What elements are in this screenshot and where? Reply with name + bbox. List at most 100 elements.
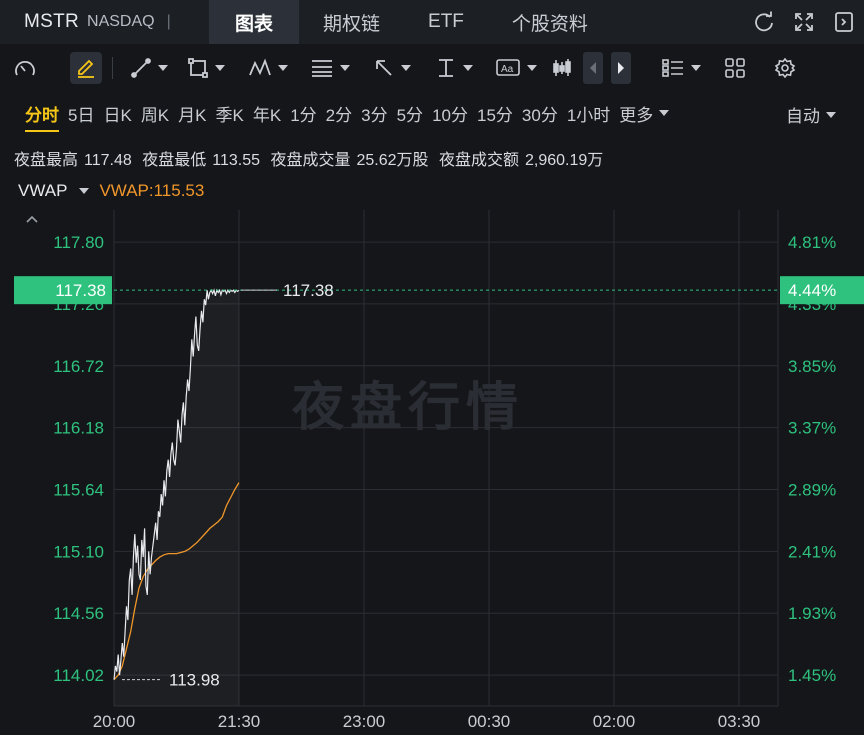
- stat-volume-label: 夜盘成交量: [270, 152, 351, 169]
- settings-icon[interactable]: [763, 52, 807, 84]
- current-price-label: 117.38: [55, 281, 106, 300]
- period-2min[interactable]: 2分: [326, 101, 352, 126]
- chevron-down-icon[interactable]: [79, 188, 90, 194]
- watermark: 夜盘行情: [292, 379, 525, 437]
- period-intraday[interactable]: 分时: [25, 101, 59, 132]
- current-change-label: 4.44%: [788, 281, 836, 300]
- period-quarter[interactable]: 季K: [216, 101, 244, 126]
- list-icon[interactable]: [651, 52, 711, 84]
- y-tick-label: 114.02: [53, 666, 104, 685]
- indicator-row: VWAP VWAP:115.53: [18, 181, 204, 201]
- symbol-code: MSTR: [24, 11, 80, 32]
- candles-icon[interactable]: [547, 52, 577, 84]
- y-tick-label-right: 1.45%: [788, 666, 836, 685]
- y-tick-label-right: 3.37%: [788, 419, 836, 438]
- gauge-icon[interactable]: [0, 52, 50, 84]
- period-month[interactable]: 月K: [178, 101, 206, 126]
- top-header: MSTR NASDAQ | 图表 期权链 ETF 个股资料: [0, 0, 864, 44]
- chevron-down-icon: [401, 65, 411, 71]
- arrow-icon[interactable]: [361, 52, 423, 84]
- y-tick-label-right: 2.89%: [788, 481, 836, 500]
- y-tick-label: 116.18: [53, 419, 104, 438]
- y-tick-label-right: 3.85%: [788, 357, 836, 376]
- period-10min[interactable]: 10分: [432, 101, 468, 126]
- chevron-down-icon: [215, 65, 225, 71]
- period-day[interactable]: 日K: [103, 101, 131, 126]
- indicator-value: VWAP:115.53: [99, 181, 205, 200]
- y-tick-label-right: 2.41%: [788, 542, 836, 561]
- period-week[interactable]: 周K: [141, 101, 169, 126]
- indicator-name[interactable]: VWAP: [18, 181, 67, 201]
- y-tick-label: 115.64: [53, 481, 104, 500]
- chevron-down-icon: [158, 65, 168, 71]
- period-more-dropdown[interactable]: 更多: [619, 101, 670, 126]
- price-area: [114, 290, 239, 706]
- period-5min[interactable]: 5分: [397, 101, 423, 126]
- period-30min[interactable]: 30分: [522, 101, 558, 126]
- period-5d[interactable]: 5日: [68, 101, 94, 126]
- pencil-icon[interactable]: [70, 52, 102, 84]
- x-tick-label: 02:00: [593, 712, 636, 731]
- tab-stock-profile[interactable]: 个股资料: [488, 0, 612, 44]
- y-tick-label: 115.10: [53, 542, 104, 561]
- collapse-panel-icon[interactable]: [824, 0, 864, 44]
- chevron-up-icon[interactable]: [24, 212, 40, 230]
- chevron-down-icon: [463, 65, 473, 71]
- stat-high-label: 夜盘最高: [14, 152, 79, 169]
- x-tick-label: 20:00: [93, 712, 136, 731]
- chevron-down-icon: [826, 111, 836, 118]
- period-year[interactable]: 年K: [253, 101, 281, 126]
- stat-turnover-label: 夜盘成交额: [438, 152, 519, 169]
- chevron-down-icon: [527, 65, 537, 71]
- grid-icon[interactable]: [713, 52, 757, 84]
- header-actions: [744, 0, 864, 44]
- y-tick-label: 116.72: [53, 357, 104, 376]
- y-tick-label: 114.56: [53, 604, 104, 623]
- market-name: NASDAQ: [87, 13, 155, 30]
- period-1hour[interactable]: 1小时: [567, 101, 610, 126]
- period-15min[interactable]: 15分: [477, 101, 513, 126]
- scale-auto-dropdown[interactable]: 自动: [786, 102, 836, 127]
- svg-text:Aa: Aa: [501, 64, 514, 75]
- trend-line-icon[interactable]: [123, 52, 175, 84]
- text-icon[interactable]: Aa: [485, 52, 547, 84]
- next-icon[interactable]: [611, 52, 631, 84]
- fullscreen-icon[interactable]: [784, 0, 824, 44]
- chevron-down-icon: [340, 65, 350, 71]
- refresh-icon[interactable]: [744, 0, 784, 44]
- header-separator: |: [166, 13, 171, 30]
- tab-bar: 图表 期权链 ETF 个股资料: [209, 0, 612, 44]
- night-session-stats: 夜盘最高 117.48 夜盘最低 113.55 夜盘成交量 25.62万股 夜盘成交额…: [14, 146, 609, 170]
- toolbar-divider: [112, 57, 113, 79]
- stat-high-value: 117.48: [84, 152, 132, 169]
- drawing-toolbar: Aa: [0, 48, 864, 88]
- y-tick-label: 117.80: [53, 233, 104, 252]
- y-tick-label-right: 1.93%: [788, 604, 836, 623]
- tab-options-chain[interactable]: 期权链: [299, 0, 404, 44]
- period-3min[interactable]: 3分: [361, 101, 387, 126]
- stat-volume-value: 25.62万股: [356, 152, 429, 169]
- x-tick-label: 21:30: [218, 712, 261, 731]
- period-1min[interactable]: 1分: [290, 101, 316, 126]
- stat-low-value: 113.55: [212, 152, 260, 169]
- chevron-down-icon: [278, 65, 288, 71]
- scale-auto-label: 自动: [786, 107, 820, 126]
- chevron-down-icon: [691, 65, 701, 71]
- tab-chart[interactable]: 图表: [209, 0, 299, 44]
- low-marker-label: 113.98: [169, 671, 220, 690]
- price-chart[interactable]: 20:00 21:30 23:00 00:30 02:00 03:30 117.80 4.81…: [0, 195, 864, 735]
- stat-low-label: 夜盘最低: [142, 152, 207, 169]
- x-tick-label: 00:30: [468, 712, 511, 731]
- vertical-line-icon[interactable]: [423, 52, 485, 84]
- high-marker-label: 117.38: [283, 281, 334, 300]
- x-tick-label: 23:00: [343, 712, 386, 731]
- prev-icon[interactable]: [583, 52, 603, 84]
- chevron-down-icon: [659, 110, 670, 116]
- fib-icon[interactable]: [299, 52, 361, 84]
- rectangle-icon[interactable]: [175, 52, 237, 84]
- symbol-block[interactable]: MSTR NASDAQ |: [0, 0, 209, 44]
- period-selector: 分时 5日 日K 周K 月K 季K 年K 1分 2分 3分 5分 10分 15分…: [0, 98, 864, 132]
- tab-etf[interactable]: ETF: [404, 0, 488, 44]
- pattern-icon[interactable]: [237, 52, 299, 84]
- y-tick-label-right: 4.81%: [788, 233, 836, 252]
